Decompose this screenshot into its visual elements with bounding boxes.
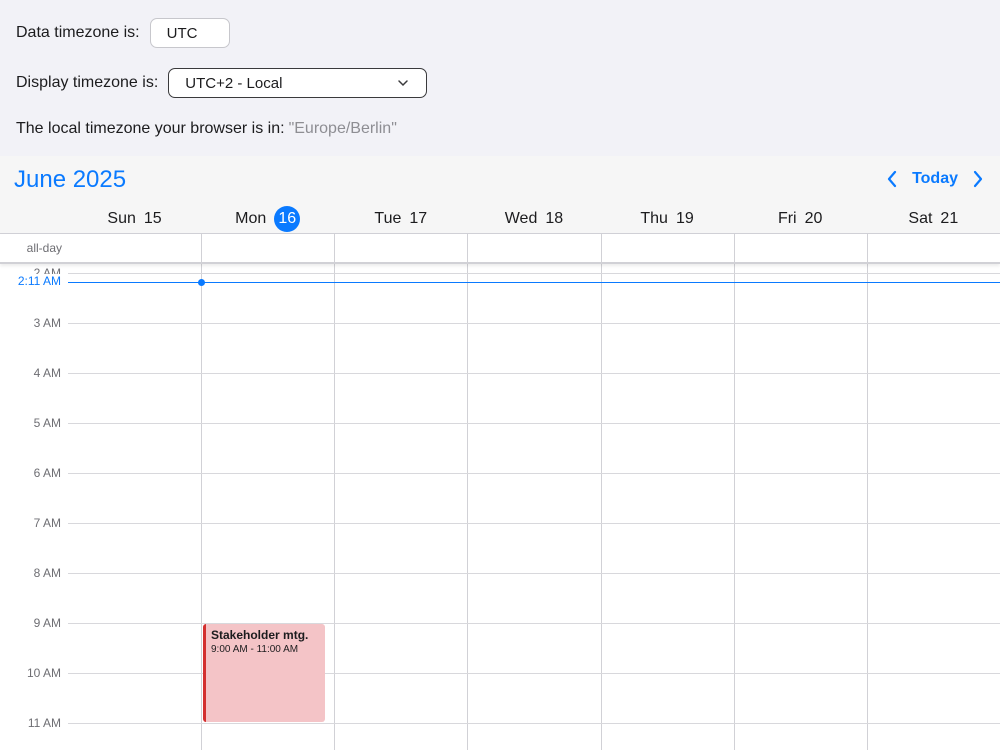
hour-label: 10 AM: [26, 666, 61, 680]
hour-line: [68, 473, 1000, 474]
hour-line: [68, 523, 1000, 524]
day-column-divider: [867, 264, 868, 750]
prev-week-button[interactable]: [882, 168, 902, 190]
local-timezone-value: "Europe/Berlin": [288, 120, 397, 137]
hour-line: [68, 573, 1000, 574]
day-header-name: Mon: [235, 210, 267, 227]
timezone-settings-panel: Data timezone is: UTC Display timezone i…: [0, 0, 1000, 156]
day-header-row: Sun 15 Mon 16 Tue 17 Wed 18 Thu 19 Fri 20 Sat 21: [68, 204, 1000, 234]
chevron-right-icon: [973, 170, 983, 188]
day-header-date: 18: [545, 210, 564, 227]
hour-label: 4 AM: [33, 366, 61, 380]
day-column-divider: [201, 264, 202, 750]
calendar-header: June 2025 Today Sun 15 Mon 16 Tue 17 Wed 18 Thu 1…: [0, 156, 1000, 234]
hour-label: 9 AM: [33, 616, 61, 630]
hour-line: [68, 373, 1000, 374]
day-header-thu[interactable]: Thu 19: [601, 204, 734, 234]
hour-line: [68, 273, 1000, 274]
data-timezone-field[interactable]: UTC: [149, 18, 230, 48]
hour-label: 7 AM: [33, 516, 61, 530]
display-timezone-row: Display timezone is: UTC+2 - Local: [16, 68, 428, 98]
current-time-dot: [198, 279, 205, 286]
hour-line: [68, 723, 1000, 724]
chevron-left-icon: [887, 170, 897, 188]
display-timezone-select[interactable]: UTC+2 - Local: [168, 68, 428, 98]
day-header-name: Tue: [374, 210, 402, 227]
today-button[interactable]: Today: [912, 170, 958, 188]
day-header-name: Sun: [107, 210, 136, 227]
current-time-label: 2:11 AM: [0, 274, 61, 288]
current-time-line: [68, 282, 1000, 283]
day-header-sun[interactable]: Sun 15: [68, 204, 201, 234]
day-header-name: Thu: [640, 210, 668, 227]
day-header-name: Wed: [504, 210, 538, 227]
display-timezone-value: UTC+2 - Local: [185, 74, 283, 92]
day-column-divider: [201, 234, 202, 262]
hour-line: [68, 323, 1000, 324]
hour-label: 6 AM: [33, 466, 61, 480]
day-header-mon[interactable]: Mon 16: [201, 204, 334, 234]
day-column-divider: [734, 234, 735, 262]
time-grid[interactable]: 2 AM 3 AM 4 AM 5 AM 6 AM 7 AM 8 AM 9 AM 10 AM 11 …: [0, 264, 1000, 750]
hour-line: [68, 423, 1000, 424]
all-day-row: all-day: [0, 234, 1000, 264]
day-header-name: Fri: [777, 210, 797, 227]
hour-label: 8 AM: [33, 566, 61, 580]
day-header-date: 21: [940, 210, 959, 227]
day-column-divider: [601, 264, 602, 750]
day-header-tue[interactable]: Tue 17: [334, 204, 467, 234]
day-column-divider: [467, 234, 468, 262]
hour-label: 3 AM: [33, 316, 61, 330]
day-header-date: 15: [143, 210, 162, 227]
month-title: June 2025: [14, 166, 127, 193]
day-header-date: 17: [409, 210, 428, 227]
day-column-divider: [467, 264, 468, 750]
chevron-down-icon: [398, 80, 409, 87]
day-header-name: Sat: [908, 210, 933, 227]
event-time: 9:00 AM - 11:00 AM: [211, 644, 299, 655]
hour-label: 11 AM: [27, 716, 61, 730]
day-header-sat[interactable]: Sat 21: [867, 204, 1000, 234]
day-header-date: 20: [804, 210, 823, 227]
day-column-divider: [334, 234, 335, 262]
day-column-divider: [334, 264, 335, 750]
event-title: Stakeholder mtg.: [211, 628, 309, 642]
all-day-label: all-day: [26, 241, 62, 255]
data-timezone-label: Data timezone is:: [16, 24, 140, 41]
day-header-wed[interactable]: Wed 18: [467, 204, 600, 234]
hour-label: 5 AM: [33, 416, 61, 430]
calendar-event[interactable]: Stakeholder mtg. 9:00 AM - 11:00 AM: [203, 624, 325, 722]
day-column-divider: [734, 264, 735, 750]
calendar-nav: Today: [882, 168, 988, 190]
day-header-date: 19: [675, 210, 694, 227]
today-date-badge: 16: [274, 206, 301, 232]
next-week-button[interactable]: [968, 168, 988, 190]
local-timezone-label: The local timezone your browser is in:: [16, 120, 285, 137]
day-header-fri[interactable]: Fri 20: [734, 204, 867, 234]
local-timezone-row: The local timezone your browser is in: "…: [16, 118, 397, 140]
display-timezone-label: Display timezone is:: [16, 74, 159, 91]
day-column-divider: [867, 234, 868, 262]
data-timezone-row: Data timezone is: UTC: [16, 18, 230, 48]
day-column-divider: [601, 234, 602, 262]
